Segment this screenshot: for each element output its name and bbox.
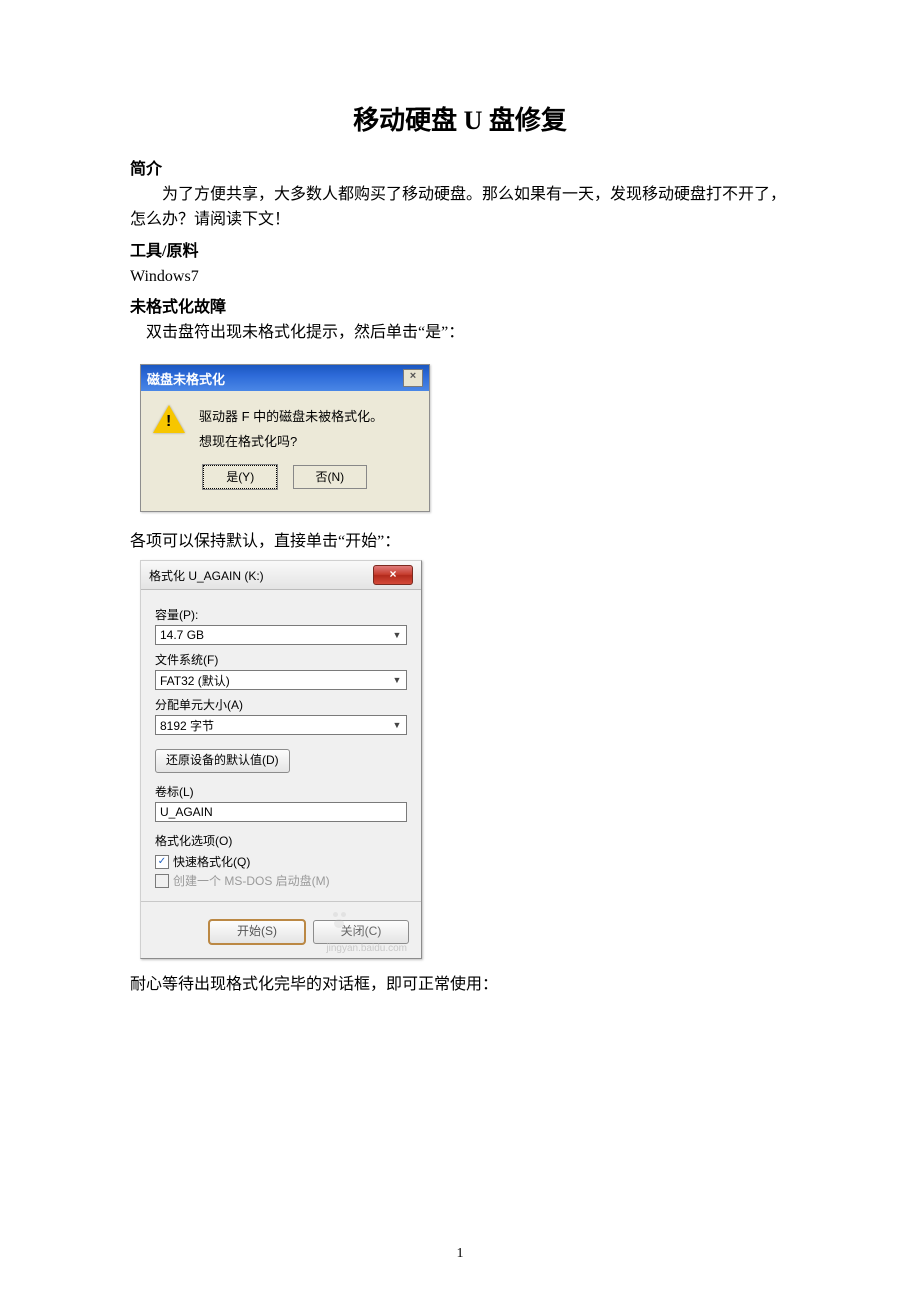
dialog-disk-not-formatted: 磁盘未格式化 × ! 驱动器 F 中的磁盘未被格式化。 想现在格式化吗? 是(Y… bbox=[140, 364, 430, 511]
yes-button[interactable]: 是(Y) bbox=[203, 465, 277, 489]
quick-format-label: 快速格式化(Q) bbox=[173, 853, 250, 870]
msdos-boot-checkbox-row: 创建一个 MS-DOS 启动盘(M) bbox=[155, 872, 407, 889]
page-title: 移动硬盘 U 盘修复 bbox=[130, 100, 790, 137]
dialog1-titlebar[interactable]: 磁盘未格式化 × bbox=[141, 365, 429, 391]
msdos-boot-label: 创建一个 MS-DOS 启动盘(M) bbox=[173, 872, 330, 889]
close-button[interactable]: 关闭(C) bbox=[313, 920, 409, 944]
tools-heading: 工具/原料 bbox=[130, 237, 790, 261]
warning-icon: ! bbox=[153, 405, 185, 435]
filesystem-select[interactable]: FAT32 (默认) ▼ bbox=[155, 670, 407, 690]
page-number: 1 bbox=[0, 1246, 920, 1262]
allocation-select[interactable]: 8192 字节 ▼ bbox=[155, 715, 407, 735]
intro-heading: 简介 bbox=[130, 155, 790, 179]
capacity-value: 14.7 GB bbox=[160, 628, 204, 642]
fault-heading: 未格式化故障 bbox=[130, 293, 790, 317]
capacity-label: 容量(P): bbox=[155, 606, 407, 623]
dialog2-title-text: 格式化 U_AGAIN (K:) bbox=[149, 567, 264, 584]
dialog2-titlebar[interactable]: 格式化 U_AGAIN (K:) × bbox=[141, 561, 421, 590]
volume-label-label: 卷标(L) bbox=[155, 783, 407, 800]
no-button[interactable]: 否(N) bbox=[293, 465, 367, 489]
chevron-down-icon: ▼ bbox=[390, 675, 404, 685]
fault-step2: 各项可以保持默认，直接单击“开始”： bbox=[130, 530, 790, 555]
format-options-label: 格式化选项(O) bbox=[155, 832, 407, 849]
dialog-format: 格式化 U_AGAIN (K:) × 容量(P): 14.7 GB ▼ 文件系统… bbox=[140, 560, 422, 959]
tools-body: Windows7 bbox=[130, 265, 790, 290]
allocation-label: 分配单元大小(A) bbox=[155, 696, 407, 713]
allocation-value: 8192 字节 bbox=[160, 717, 214, 734]
filesystem-value: FAT32 (默认) bbox=[160, 672, 230, 689]
watermark-text: jingyan.baidu.com bbox=[326, 943, 407, 954]
checkbox-empty-icon bbox=[155, 874, 169, 888]
filesystem-label: 文件系统(F) bbox=[155, 651, 407, 668]
quick-format-checkbox-row[interactable]: ✓ 快速格式化(Q) bbox=[155, 853, 407, 870]
close-icon[interactable]: × bbox=[403, 369, 423, 387]
volume-label-input[interactable]: U_AGAIN bbox=[155, 802, 407, 822]
intro-body: 为了方便共享，大多数人都购买了移动硬盘。那么如果有一天，发现移动硬盘打不开了，怎… bbox=[130, 183, 790, 233]
fault-step1: 双击盘符出现未格式化提示，然后单击“是”： bbox=[130, 321, 790, 346]
dialog1-title-text: 磁盘未格式化 bbox=[147, 369, 225, 388]
fault-step3: 耐心等待出现格式化完毕的对话框，即可正常使用： bbox=[130, 973, 790, 998]
chevron-down-icon: ▼ bbox=[390, 720, 404, 730]
close-icon[interactable]: × bbox=[373, 565, 413, 585]
checkbox-checked-icon: ✓ bbox=[155, 855, 169, 869]
dialog1-message-line2: 想现在格式化吗? bbox=[199, 430, 383, 455]
dialog1-message-line1: 驱动器 F 中的磁盘未被格式化。 bbox=[199, 405, 383, 430]
chevron-down-icon: ▼ bbox=[390, 630, 404, 640]
capacity-select[interactable]: 14.7 GB ▼ bbox=[155, 625, 407, 645]
start-button[interactable]: 开始(S) bbox=[209, 920, 305, 944]
restore-defaults-button[interactable]: 还原设备的默认值(D) bbox=[155, 749, 290, 773]
